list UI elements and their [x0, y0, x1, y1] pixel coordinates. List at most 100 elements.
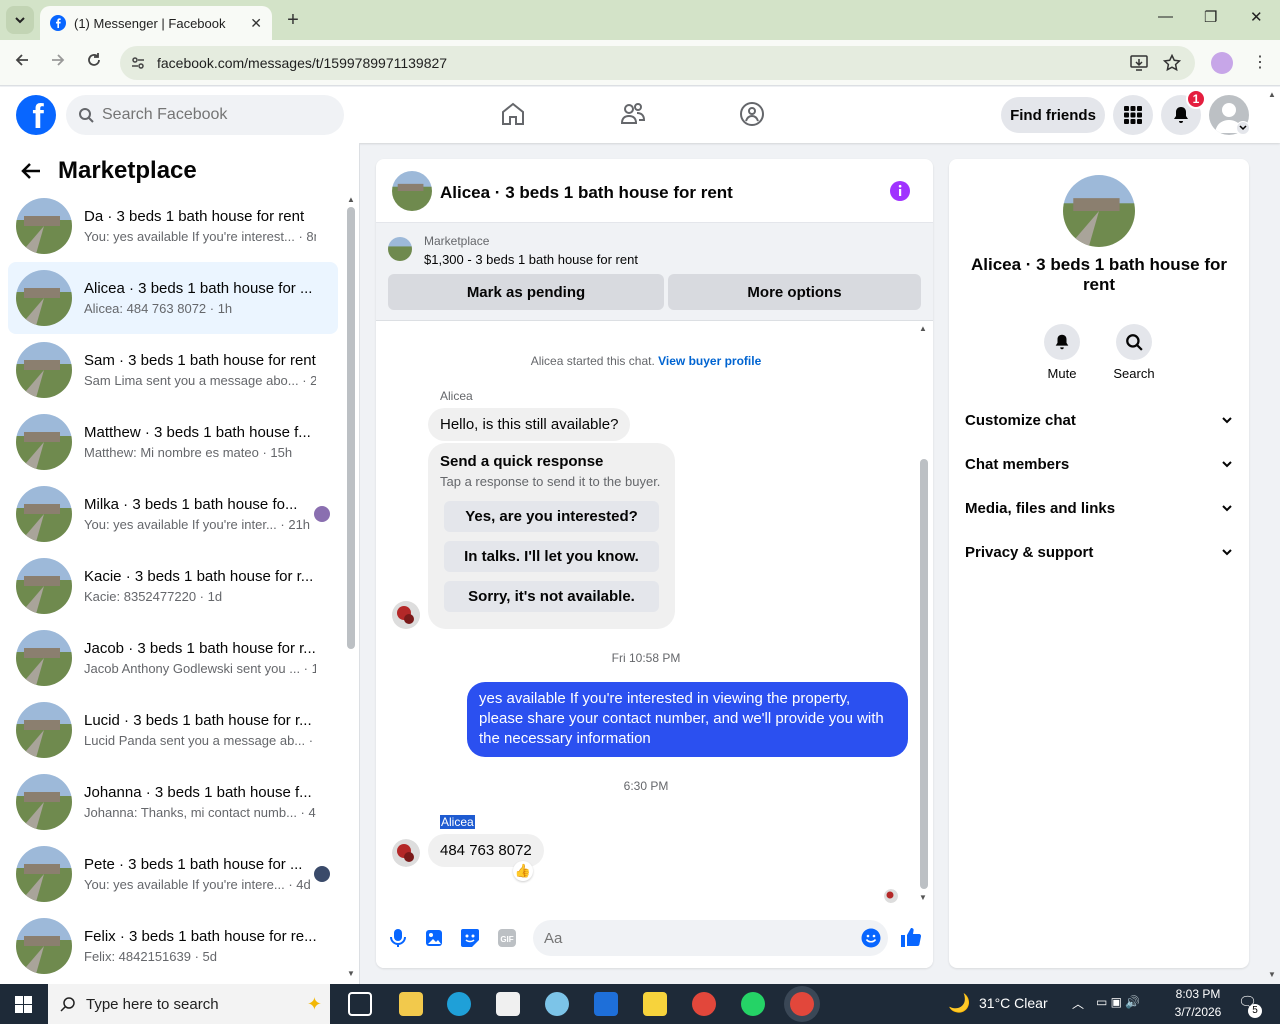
conversation-item[interactable]: Milka · 3 beds 1 bath house fo... You: y… [8, 478, 338, 550]
account-chevron-icon[interactable] [1236, 121, 1250, 135]
microsoft-store-icon[interactable] [496, 992, 520, 1016]
gif-icon[interactable]: GIF [497, 928, 517, 948]
privacy-support-row[interactable]: Privacy & support [965, 537, 1233, 567]
minimize-button[interactable]: — [1158, 8, 1173, 25]
page-scroll-up-arrow[interactable]: ▲ [1268, 90, 1276, 99]
conversation-item[interactable]: Matthew · 3 beds 1 bath house f... Matth… [8, 406, 338, 478]
scroll-up-arrow[interactable]: ▲ [347, 195, 355, 204]
conversation-preview: Matthew: Mi nombre es mateo · 15h [84, 445, 293, 460]
chat-title[interactable]: Alicea · 3 beds 1 bath house for rent [440, 183, 733, 203]
conversation-item[interactable]: Sam · 3 beds 1 bath house for rent Sam L… [8, 334, 338, 406]
site-settings-icon[interactable] [130, 55, 146, 71]
chat-scrollbar[interactable] [920, 459, 928, 889]
chrome-icon[interactable] [692, 992, 716, 1016]
facebook-search[interactable] [66, 95, 344, 135]
address-bar[interactable]: facebook.com/messages/t/1599789971139827 [120, 46, 1195, 80]
sidebar-scrollbar[interactable] [347, 207, 355, 649]
chat-listing-thumbnail[interactable] [392, 171, 432, 211]
back-arrow-icon[interactable] [20, 160, 42, 182]
media-files-links-row[interactable]: Media, files and links [965, 493, 1233, 523]
sticky-notes-icon[interactable] [643, 992, 667, 1016]
browser-tab-messenger[interactable]: (1) Messenger | Facebook ✕ [40, 6, 272, 40]
quick-response-button[interactable]: Sorry, it's not available. [444, 581, 659, 612]
chat-members-row[interactable]: Chat members [965, 449, 1233, 479]
buyer-avatar[interactable] [392, 839, 420, 867]
pinned-app-icon[interactable] [545, 992, 569, 1016]
tray-chevron-icon[interactable]: ︿ [1072, 995, 1084, 1012]
sender-name-selected: Alicea [440, 815, 475, 829]
whatsapp-icon[interactable] [741, 992, 765, 1016]
facebook-search-input[interactable] [102, 106, 322, 124]
mute-action[interactable]: Mute [1032, 324, 1092, 381]
task-view-icon[interactable] [348, 992, 372, 1016]
friends-nav-button[interactable] [620, 101, 646, 127]
clock-date[interactable]: 3/7/2026 [1170, 1005, 1226, 1019]
buyer-avatar[interactable] [392, 601, 420, 629]
new-tab-button[interactable]: + [282, 9, 304, 32]
conversation-item[interactable]: Felix · 3 beds 1 bath house for re... Fe… [8, 910, 338, 982]
conversation-item[interactable]: Da · 3 beds 1 bath house for rent You: y… [8, 190, 338, 262]
message-input[interactable] [544, 929, 844, 947]
browser-menu-icon[interactable]: ⋮ [1252, 52, 1268, 72]
image-icon[interactable] [425, 928, 443, 948]
clock-time[interactable]: 8:03 PM [1173, 987, 1223, 1001]
browser-toolbar: facebook.com/messages/t/1599789971139827… [0, 40, 1280, 86]
browser-tabstrip: (1) Messenger | Facebook ✕ + — ❐ ✕ [0, 0, 1280, 40]
install-app-icon[interactable] [1130, 54, 1148, 72]
find-friends-button[interactable]: Find friends [1001, 97, 1105, 133]
close-window-button[interactable]: ✕ [1250, 8, 1263, 26]
file-explorer-icon[interactable] [399, 992, 423, 1016]
message-input-box[interactable] [533, 920, 888, 956]
windows-start-icon[interactable] [15, 996, 32, 1013]
quick-response-button[interactable]: Yes, are you interested? [444, 501, 659, 532]
scroll-up-arrow[interactable]: ▲ [919, 324, 927, 333]
thumbs-up-reaction[interactable]: 👍 [513, 861, 533, 881]
groups-icon [740, 102, 764, 126]
conversation-item[interactable]: Johanna · 3 beds 1 bath house f... Johan… [8, 766, 338, 838]
conversation-item[interactable]: Lucid · 3 beds 1 bath house for r... Luc… [8, 694, 338, 766]
scroll-down-arrow[interactable]: ▼ [919, 893, 927, 902]
listing-price-title[interactable]: $1,300 - 3 beds 1 bath house for rent [424, 252, 638, 267]
page-scroll-down-arrow[interactable]: ▼ [1268, 970, 1276, 979]
weather-text[interactable]: 31°C Clear [979, 995, 1048, 1011]
tab-close-icon[interactable]: ✕ [250, 15, 262, 32]
view-buyer-profile-link[interactable]: View buyer profile [658, 354, 761, 368]
conversation-item[interactable]: Alicea · 3 beds 1 bath house for ... Ali… [8, 262, 338, 334]
reload-button[interactable] [86, 52, 102, 68]
back-button[interactable] [14, 52, 30, 68]
conversation-item[interactable]: Kacie · 3 beds 1 bath house for r... Kac… [8, 550, 338, 622]
customize-chat-row[interactable]: Customize chat [965, 405, 1233, 435]
scroll-down-arrow[interactable]: ▼ [347, 969, 355, 978]
forward-button[interactable] [50, 52, 66, 68]
conversation-item[interactable]: Pete · 3 beds 1 bath house for ... You: … [8, 838, 338, 910]
tray-icons[interactable]: ▭ ▣ 🔊 [1096, 995, 1140, 1009]
taskbar-search[interactable]: Type here to search ✦ [48, 984, 330, 1024]
thumbs-up-send-icon[interactable] [900, 926, 922, 948]
restore-button[interactable]: ❐ [1204, 8, 1217, 26]
profile-avatar[interactable] [1211, 52, 1233, 74]
outlook-icon[interactable] [594, 992, 618, 1016]
facebook-logo[interactable]: f [16, 95, 56, 135]
microphone-icon[interactable] [389, 928, 407, 948]
friends-icon [620, 103, 646, 124]
details-listing-photo[interactable] [1063, 175, 1135, 247]
info-icon[interactable] [889, 180, 911, 202]
search-icon [60, 997, 75, 1012]
conversation-item[interactable]: Jacob · 3 beds 1 bath house for r... Jac… [8, 622, 338, 694]
emoji-icon[interactable] [861, 928, 881, 948]
quick-response-button[interactable]: In talks. I'll let you know. [444, 541, 659, 572]
sticker-icon[interactable] [460, 928, 480, 948]
more-options-button[interactable]: More options [668, 274, 921, 310]
chrome-active-icon[interactable] [790, 992, 814, 1016]
windows-taskbar: Type here to search ✦ 🌙 31°C Clear ︿ ▭ ▣… [0, 984, 1280, 1024]
tab-search-button[interactable] [6, 6, 34, 34]
edge-icon[interactable] [447, 992, 471, 1016]
home-nav-button[interactable] [500, 101, 526, 127]
menu-button[interactable] [1113, 95, 1153, 135]
mark-as-pending-button[interactable]: Mark as pending [388, 274, 664, 310]
arrow-left-icon [15, 54, 28, 66]
groups-nav-button[interactable] [739, 101, 765, 127]
chat-panel: Alicea · 3 beds 1 bath house for rent Ma… [376, 159, 933, 968]
bookmark-star-icon[interactable] [1163, 54, 1181, 72]
search-action[interactable]: Search [1104, 324, 1164, 381]
